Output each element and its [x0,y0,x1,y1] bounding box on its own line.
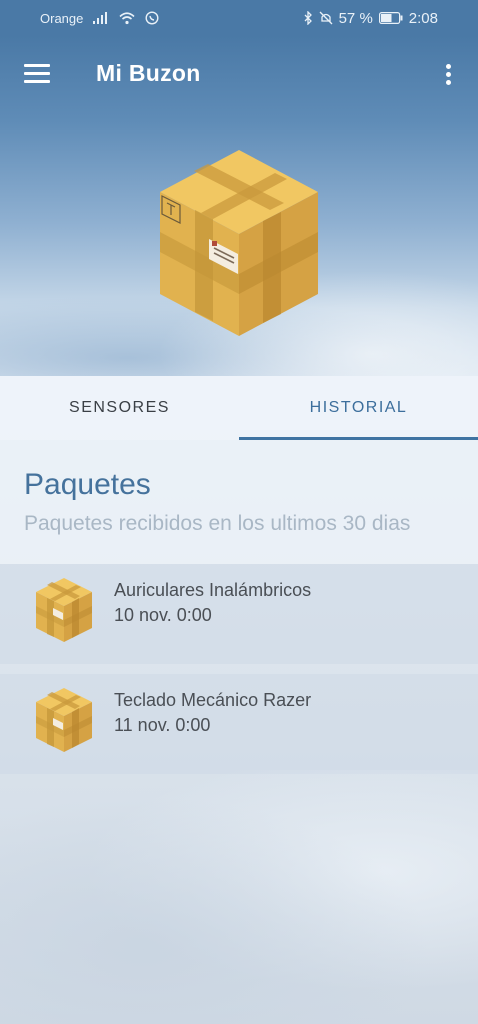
app-title: Mi Buzon [96,60,201,86]
whatsapp-icon [145,11,159,25]
section-subtitle: Paquetes recibidos en los ultimos 30 dia… [24,512,411,535]
battery-icon [378,12,403,24]
package-date: 10 nov. 0:00 [114,605,212,625]
battery-percent: 57 % [338,9,373,27]
section-title: Paquetes [24,468,151,501]
tab-historial[interactable]: HISTORIAL [239,376,478,440]
wifi-icon [119,11,135,25]
package-illustration [158,148,320,338]
status-bar: Orange 57 % 2:08 [0,0,478,36]
more-vert-icon[interactable] [440,62,456,86]
tab-bar: SENSORES HISTORIAL [0,376,478,440]
carrier-label: Orange [40,10,84,26]
background-mist [0,770,478,1024]
packages-section-header: Paquetes Paquetes recibidos en los ultim… [0,440,478,564]
bluetooth-icon [303,11,313,25]
tab-sensores[interactable]: SENSORES [0,376,239,440]
signal-icon [93,12,109,24]
hero-header: Mi Buzon [0,36,478,376]
package-date: 11 nov. 0:00 [114,715,211,735]
package-icon [34,576,94,644]
package-list: Auriculares Inalámbricos 10 nov. 0:00 Te… [0,564,478,774]
package-name: Auriculares Inalámbricos [114,580,312,600]
package-name: Teclado Mecánico Razer [114,690,312,710]
mute-icon [319,11,333,25]
list-item[interactable]: Teclado Mecánico Razer 11 nov. 0:00 [0,674,478,774]
clock: 2:08 [408,9,438,27]
app-bar: Mi Buzon [0,36,478,112]
list-item[interactable]: Auriculares Inalámbricos 10 nov. 0:00 [0,564,478,664]
package-icon [34,686,94,754]
menu-icon[interactable] [24,64,50,84]
